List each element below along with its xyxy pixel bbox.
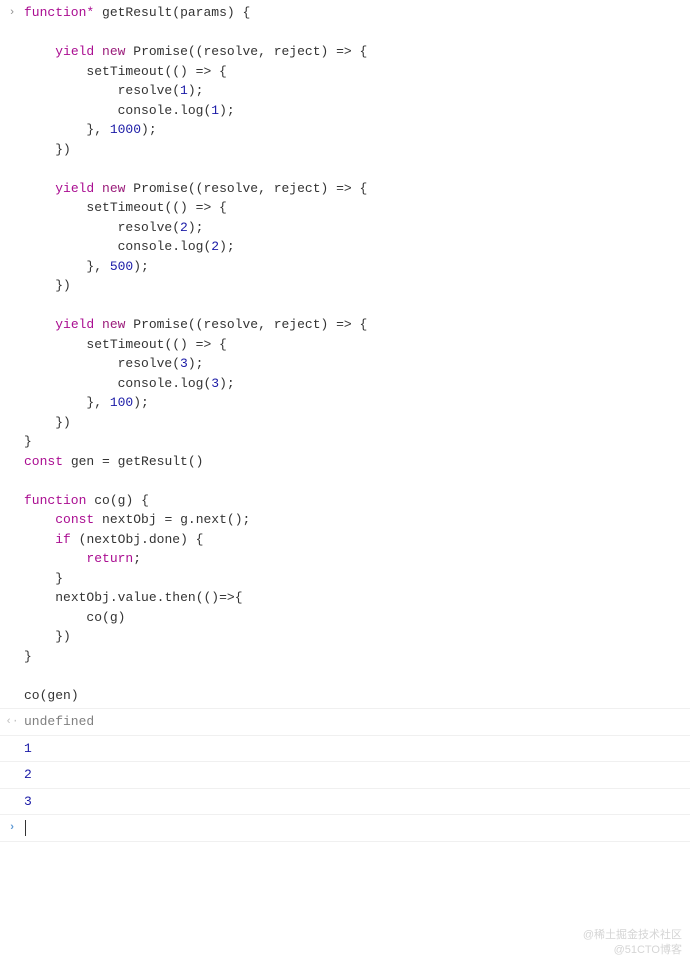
keyword-new: new — [102, 181, 125, 196]
output-undefined: undefined — [24, 711, 690, 733]
num-1: 1 — [180, 83, 188, 98]
keyword-function: function* — [24, 5, 94, 20]
log-value-3: 3 — [24, 791, 690, 813]
ident-gen: gen — [47, 688, 70, 703]
ident-g: g — [118, 493, 126, 508]
active-prompt-icon: › — [0, 817, 24, 837]
console-log-row: 3 — [0, 789, 690, 816]
console-active-prompt-row[interactable]: › — [0, 815, 690, 842]
log-icon — [0, 791, 24, 794]
ident-setTimeout: setTimeout — [86, 337, 164, 352]
ident-reject: reject — [274, 181, 321, 196]
keyword-new: new — [102, 44, 125, 59]
ident-gen: gen — [71, 454, 94, 469]
keyword-yield: yield — [55, 317, 94, 332]
keyword-const: const — [55, 512, 94, 527]
keyword-yield: yield — [55, 44, 94, 59]
log-value-2: 2 — [24, 764, 690, 786]
ident-next: next — [196, 512, 227, 527]
watermark-line1: @稀土掘金技术社区 — [583, 928, 682, 942]
ident-then: then — [164, 590, 195, 605]
num-1000: 1000 — [110, 122, 141, 137]
ident-log: log — [180, 239, 203, 254]
code-block[interactable]: function* getResult(params) { yield new … — [24, 2, 690, 706]
keyword-return: return — [86, 551, 133, 566]
ident-resolve: resolve — [118, 220, 173, 235]
ident-setTimeout: setTimeout — [86, 64, 164, 79]
ident-log: log — [180, 376, 203, 391]
ident-co: co — [86, 610, 102, 625]
keyword-function: function — [24, 493, 86, 508]
output-prompt-icon: ‹· — [0, 711, 24, 731]
ident-Promise: Promise — [133, 181, 188, 196]
ident-resolve: resolve — [203, 317, 258, 332]
ident-done: done — [149, 532, 180, 547]
ident-reject: reject — [274, 44, 321, 59]
console-input[interactable] — [24, 817, 690, 839]
num-500: 500 — [110, 259, 133, 274]
keyword-new: new — [102, 317, 125, 332]
num-3: 3 — [180, 356, 188, 371]
input-prompt-icon: › — [0, 2, 24, 22]
ident-getResult: getResult — [102, 5, 172, 20]
ident-resolve: resolve — [203, 181, 258, 196]
ident-console: console — [118, 239, 173, 254]
log-icon — [0, 764, 24, 767]
text-cursor — [25, 820, 26, 836]
ident-co: co — [24, 688, 40, 703]
watermark-line2: @51CTO博客 — [583, 943, 682, 957]
keyword-yield: yield — [55, 181, 94, 196]
ident-setTimeout: setTimeout — [86, 200, 164, 215]
num-1: 1 — [211, 103, 219, 118]
ident-Promise: Promise — [133, 44, 188, 59]
keyword-if: if — [55, 532, 71, 547]
ident-resolve: resolve — [118, 83, 173, 98]
ident-nextObj: nextObj — [102, 512, 157, 527]
ident-getResult: getResult — [118, 454, 188, 469]
ident-nextObj: nextObj — [55, 590, 110, 605]
ident-value: value — [118, 590, 157, 605]
ident-nextObj: nextObj — [86, 532, 141, 547]
watermark: @稀土掘金技术社区 @51CTO博客 — [583, 928, 682, 957]
ident-co: co — [94, 493, 110, 508]
ident-log: log — [180, 103, 203, 118]
ident-console: console — [118, 103, 173, 118]
num-2: 2 — [180, 220, 188, 235]
ident-g: g — [180, 512, 188, 527]
ident-Promise: Promise — [133, 317, 188, 332]
console-output-row: ‹· undefined — [0, 709, 690, 736]
ident-g: g — [110, 610, 118, 625]
console-input-row: › function* getResult(params) { yield ne… — [0, 0, 690, 709]
num-2: 2 — [211, 239, 219, 254]
console-log-row: 2 — [0, 762, 690, 789]
ident-reject: reject — [274, 317, 321, 332]
ident-params: params — [180, 5, 227, 20]
ident-console: console — [118, 376, 173, 391]
num-100: 100 — [110, 395, 133, 410]
keyword-const: const — [24, 454, 63, 469]
log-icon — [0, 738, 24, 741]
ident-resolve: resolve — [203, 44, 258, 59]
console-log-row: 1 — [0, 736, 690, 763]
log-value-1: 1 — [24, 738, 690, 760]
ident-resolve: resolve — [118, 356, 173, 371]
num-3: 3 — [211, 376, 219, 391]
